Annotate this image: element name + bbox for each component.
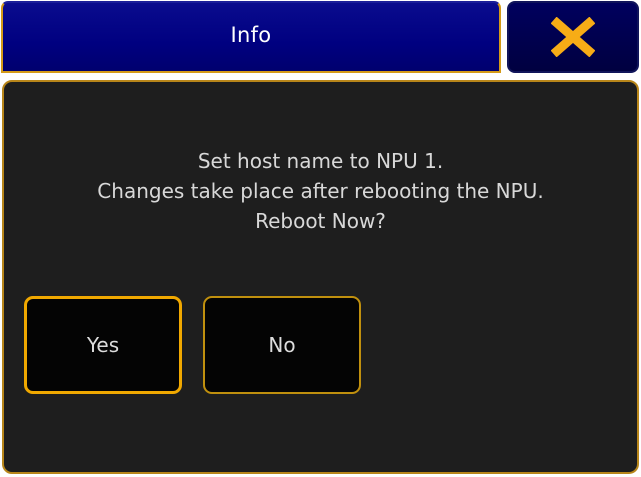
no-button-label: No [268,333,296,357]
yes-button[interactable]: Yes [24,296,182,394]
info-dialog: Info Set host name to NPU 1. Changes tak… [0,0,641,477]
dialog-title: Info [230,23,272,47]
message-line-3: Reboot Now? [255,209,386,233]
close-button[interactable] [507,1,639,73]
close-icon [551,17,595,57]
dialog-body: Set host name to NPU 1. Changes take pla… [2,80,639,474]
message-line-1: Set host name to NPU 1. [197,149,444,173]
no-button[interactable]: No [203,296,361,394]
dialog-message: Set host name to NPU 1. Changes take pla… [4,146,637,236]
yes-button-label: Yes [86,333,120,357]
message-line-2: Changes take place after rebooting the N… [97,179,544,203]
dialog-title-bar: Info [1,1,501,73]
